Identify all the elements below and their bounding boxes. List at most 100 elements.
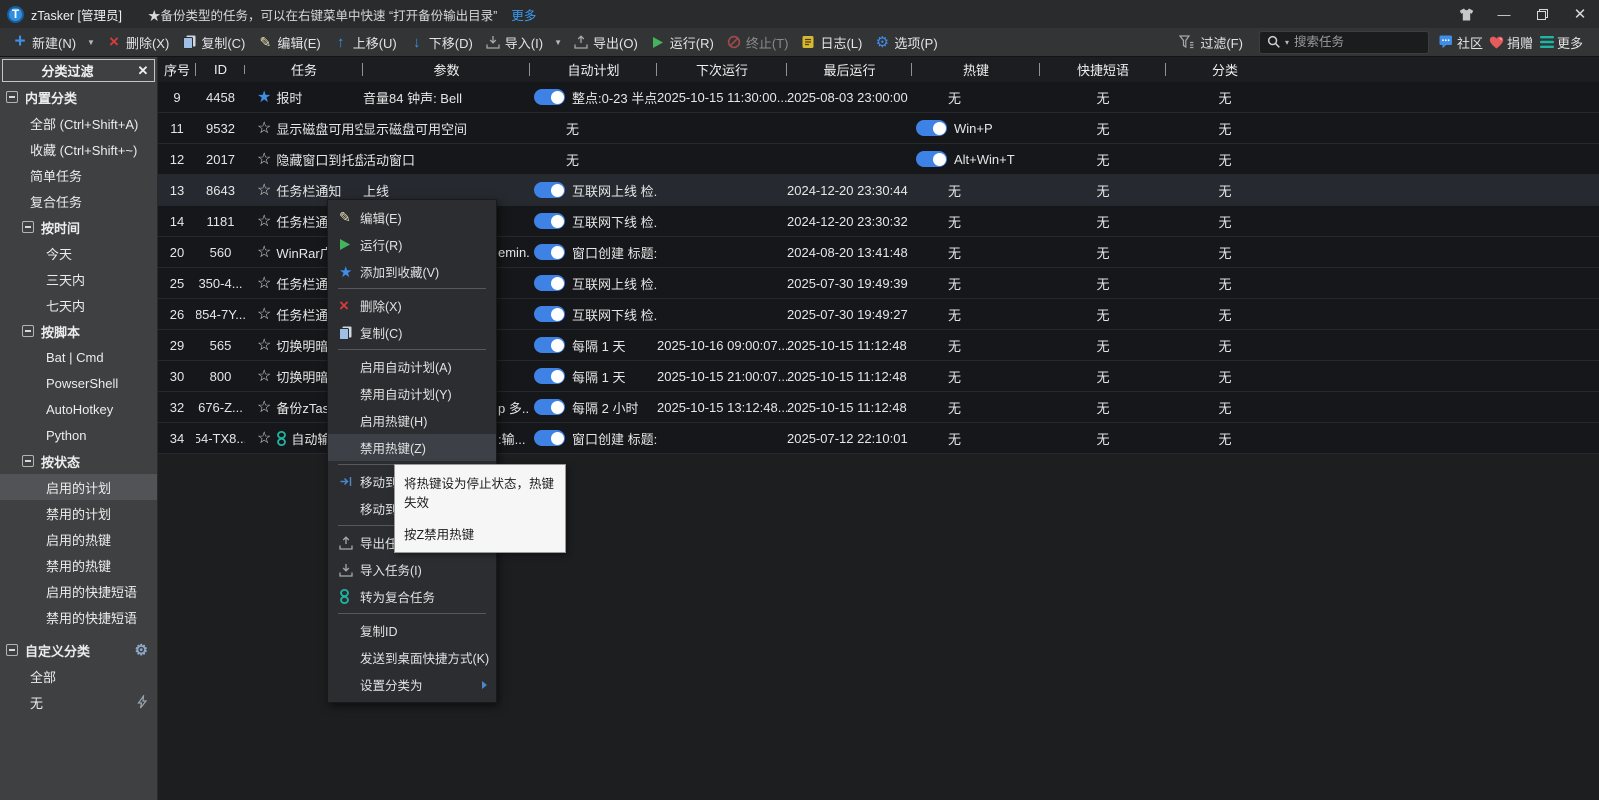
column-header-2[interactable]: 任务	[245, 60, 363, 79]
star-outline-icon[interactable]: ☆	[257, 118, 271, 138]
toolbar-button-复制[interactable]: 复制(C)	[175, 29, 251, 56]
sidebar-item-13[interactable]: Python	[0, 422, 157, 448]
theme-shirt-icon[interactable]	[1447, 0, 1485, 28]
star-outline-icon[interactable]: ☆	[257, 180, 271, 200]
collapse-icon[interactable]	[6, 91, 18, 103]
maximize-button[interactable]	[1523, 0, 1561, 28]
toggle-on[interactable]	[534, 244, 565, 260]
column-header-5[interactable]: 下次运行	[657, 60, 787, 79]
star-outline-icon[interactable]: ☆	[257, 242, 271, 262]
sidebar-item-15[interactable]: 启用的计划	[0, 474, 157, 500]
sidebar-item-10[interactable]: Bat | Cmd	[0, 344, 157, 370]
toolbar-button-新建[interactable]: +新建(N)	[6, 29, 82, 56]
column-header-9[interactable]: 分类	[1166, 60, 1284, 79]
star-outline-icon[interactable]: ☆	[257, 149, 271, 169]
menu-item-21[interactable]: 设置分类为	[328, 671, 496, 698]
column-header-0[interactable]: 序号	[158, 60, 196, 79]
toggle-on[interactable]	[916, 151, 947, 167]
dropdown-arrow-icon[interactable]: ▼	[82, 38, 100, 47]
toggle-on[interactable]	[916, 120, 947, 136]
collapse-icon[interactable]	[22, 221, 34, 233]
sidebar-item-5[interactable]: 按时间	[0, 214, 157, 240]
menu-item-17[interactable]: 转为复合任务	[328, 583, 496, 610]
star-outline-icon[interactable]: ☆	[257, 397, 271, 417]
toolbar-button-运行[interactable]: 运行(R)	[644, 29, 720, 56]
sidebar-item-8[interactable]: 七天内	[0, 292, 157, 318]
table-row[interactable]: 94458★报时音量84 钟声: Bell整点:0-23 半点:...2025-…	[158, 82, 1599, 113]
toolbar-button-编辑[interactable]: ✎编辑(E)	[251, 29, 326, 56]
toggle-on[interactable]	[534, 275, 565, 291]
sidebar-item-0[interactable]: 内置分类	[0, 84, 157, 110]
toolbar-button-日志[interactable]: 日志(L)	[794, 29, 868, 56]
sidebar-item-23[interactable]: 无	[0, 689, 157, 715]
search-input[interactable]	[1292, 34, 1410, 50]
sidebar-item-11[interactable]: PowserShell	[0, 370, 157, 396]
menu-item-4[interactable]: ×删除(X)	[328, 292, 496, 319]
toggle-on[interactable]	[534, 337, 565, 353]
sidebar-item-18[interactable]: 禁用的热键	[0, 552, 157, 578]
sidebar-item-20[interactable]: 禁用的快捷短语	[0, 604, 157, 630]
sidebar-item-14[interactable]: 按状态	[0, 448, 157, 474]
star-outline-icon[interactable]: ☆	[257, 366, 271, 386]
sidebar-item-2[interactable]: 收藏 (Ctrl+Shift+~)	[0, 136, 157, 162]
more-button[interactable]: 更多	[1555, 29, 1593, 56]
toolbar-button-导出[interactable]: 导出(O)	[567, 29, 644, 56]
toolbar-button-删除[interactable]: ×删除(X)	[100, 29, 175, 56]
toggle-on[interactable]	[534, 182, 565, 198]
column-header-4[interactable]: 自动计划	[530, 60, 657, 79]
sidebar-item-7[interactable]: 三天内	[0, 266, 157, 292]
collapse-icon[interactable]	[22, 325, 34, 337]
toolbar-button-选项[interactable]: ⚙选项(P)	[868, 29, 943, 56]
sidebar-close-icon[interactable]: ✕	[132, 63, 154, 79]
collapse-icon[interactable]	[6, 644, 18, 656]
sidebar-item-3[interactable]: 简单任务	[0, 162, 157, 188]
table-row[interactable]: 122017☆隐藏窗口到托盘活动窗口无Alt+Win+T无无	[158, 144, 1599, 175]
sidebar-item-17[interactable]: 启用的热键	[0, 526, 157, 552]
lightning-icon[interactable]	[136, 695, 148, 709]
toolbar-button-上移[interactable]: ↑上移(U)	[327, 29, 403, 56]
menu-item-1[interactable]: 运行(R)	[328, 231, 496, 258]
sidebar-item-16[interactable]: 禁用的计划	[0, 500, 157, 526]
menu-item-0[interactable]: ✎编辑(E)	[328, 204, 496, 231]
close-button[interactable]: ✕	[1561, 0, 1599, 28]
community-button[interactable]: 社区	[1455, 29, 1489, 56]
toolbar-button-下移[interactable]: ↓下移(D)	[403, 29, 479, 56]
toggle-on[interactable]	[534, 89, 565, 105]
search-dropdown-icon[interactable]: ▾	[1282, 38, 1292, 47]
star-outline-icon[interactable]: ☆	[257, 211, 271, 231]
favorite-star-icon[interactable]: ★	[257, 87, 271, 107]
menu-item-10[interactable]: 禁用热键(Z)	[328, 434, 496, 461]
star-outline-icon[interactable]: ☆	[257, 304, 271, 324]
sidebar-item-1[interactable]: 全部 (Ctrl+Shift+A)	[0, 110, 157, 136]
dropdown-arrow-icon[interactable]: ▼	[549, 38, 567, 47]
toggle-on[interactable]	[534, 399, 565, 415]
menu-item-9[interactable]: 启用热键(H)	[328, 407, 496, 434]
toggle-on[interactable]	[534, 213, 565, 229]
collapse-icon[interactable]	[22, 455, 34, 467]
star-outline-icon[interactable]: ☆	[257, 428, 271, 448]
star-outline-icon[interactable]: ☆	[257, 335, 271, 355]
donate-button[interactable]: 捐赠	[1505, 29, 1539, 56]
sidebar-item-12[interactable]: AutoHotkey	[0, 396, 157, 422]
toggle-on[interactable]	[534, 430, 565, 446]
sidebar-item-4[interactable]: 复合任务	[0, 188, 157, 214]
sidebar-item-22[interactable]: 全部	[0, 663, 157, 689]
toggle-on[interactable]	[534, 306, 565, 322]
menu-item-16[interactable]: 导入任务(I)	[328, 556, 496, 583]
menu-item-2[interactable]: ★添加到收藏(V)	[328, 258, 496, 285]
menu-item-20[interactable]: 发送到桌面快捷方式(K)	[328, 644, 496, 671]
sidebar-item-21[interactable]: 自定义分类⚙	[0, 637, 157, 663]
toggle-on[interactable]	[534, 368, 565, 384]
column-header-8[interactable]: 快捷短语	[1040, 60, 1166, 79]
toolbar-button-终止[interactable]: 终止(T)	[720, 29, 795, 56]
gear-icon[interactable]: ⚙	[135, 641, 148, 659]
minimize-button[interactable]: —	[1485, 0, 1523, 28]
menu-item-19[interactable]: 复制ID	[328, 617, 496, 644]
sidebar-item-6[interactable]: 今天	[0, 240, 157, 266]
menu-item-5[interactable]: 复制(C)	[328, 319, 496, 346]
menu-item-7[interactable]: 启用自动计划(A)	[328, 353, 496, 380]
table-row[interactable]: 119532☆显示磁盘可用空...显示磁盘可用空间无Win+P无无	[158, 113, 1599, 144]
column-header-6[interactable]: 最后运行	[787, 60, 912, 79]
column-header-7[interactable]: 热键	[912, 60, 1040, 79]
menu-item-8[interactable]: 禁用自动计划(Y)	[328, 380, 496, 407]
